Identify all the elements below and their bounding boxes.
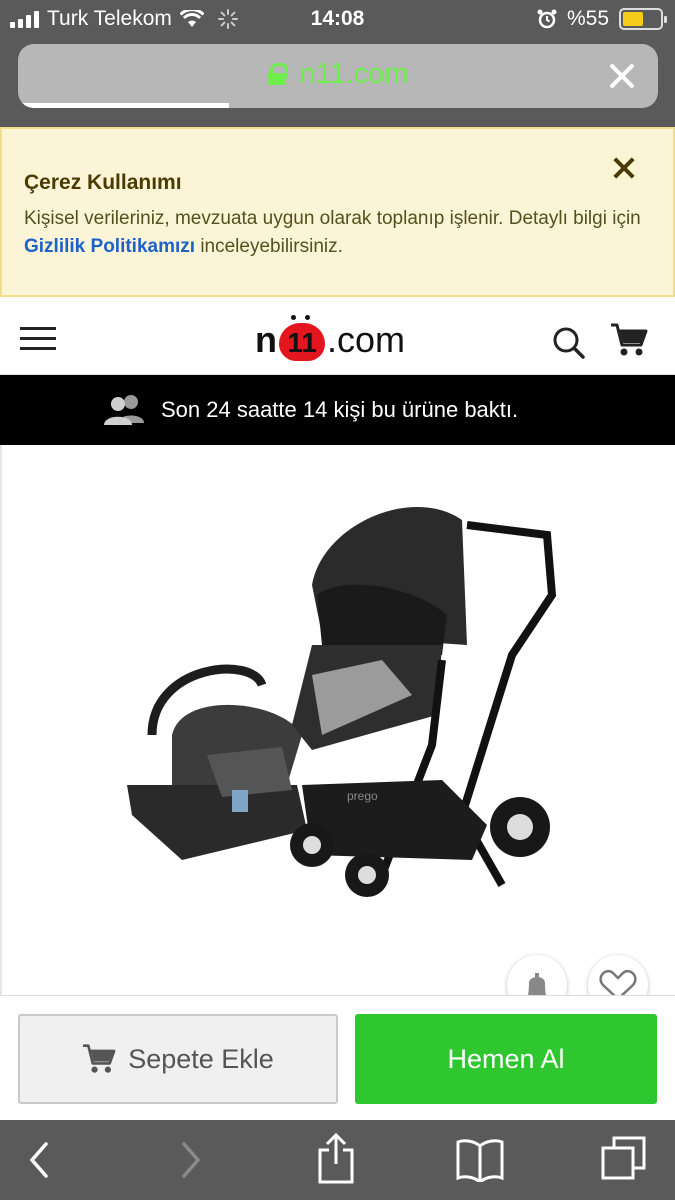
cookie-banner: Çerez Kullanımı Kişisel verileriniz, mev… [0, 127, 675, 297]
url-text: n11.com [299, 58, 409, 90]
product-brand-text: prego [347, 789, 378, 803]
alarm-icon [537, 9, 557, 29]
lock-icon [267, 63, 289, 85]
tabs-icon[interactable] [600, 1134, 648, 1182]
status-bar: Turk Telekom 14:08 %55 [0, 0, 675, 40]
search-icon[interactable] [552, 326, 586, 360]
menu-icon[interactable] [20, 327, 56, 351]
cart-icon[interactable] [610, 322, 648, 358]
browser-chrome-top: Turk Telekom 14:08 %55 n11.com [0, 0, 675, 127]
cookie-close-icon[interactable] [613, 157, 635, 179]
add-to-cart-label: Sepete Ekle [128, 1043, 274, 1074]
battery-percent: %55 [566, 7, 609, 30]
buy-now-button[interactable]: Hemen Al [355, 1014, 657, 1104]
product-image: prego [127, 506, 557, 897]
privacy-policy-link[interactable]: Gizlilik Politikamızı [24, 236, 195, 257]
people-icon [104, 395, 144, 425]
logo-com: .com [327, 319, 406, 360]
n11-logo[interactable]: n 11 .com [255, 311, 405, 361]
page-load-progress [18, 103, 230, 108]
add-to-cart-button[interactable]: Sepete Ekle [18, 1014, 338, 1104]
bookmarks-icon[interactable] [455, 1136, 505, 1182]
battery-icon [619, 8, 667, 30]
address-bar[interactable]: n11.com [18, 44, 658, 108]
cookie-text-start: Kişisel verileriniz, mevzuata uygun olar… [24, 208, 641, 229]
battery-fill [623, 12, 643, 26]
cookie-text: Kişisel verileriniz, mevzuata uygun olar… [24, 205, 654, 261]
logo-n: n [255, 319, 277, 360]
forward-icon[interactable] [176, 1138, 204, 1182]
view-notice-bar: Son 24 saatte 14 kişi bu ürüne baktı. [0, 375, 675, 445]
buy-now-label: Hemen Al [447, 1043, 565, 1074]
cookie-text-end: inceleyebilirsiniz. [195, 236, 343, 257]
logo-ladybug: 11 [279, 315, 325, 361]
stop-loading-button[interactable] [602, 56, 642, 96]
product-image-area[interactable]: prego [0, 445, 675, 1015]
cookie-title: Çerez Kullanımı [24, 171, 182, 194]
cart-icon [83, 1044, 116, 1073]
share-icon[interactable] [316, 1132, 356, 1184]
view-notice-text: Son 24 saatte 14 kişi bu ürüne baktı. [161, 397, 519, 422]
browser-toolbar [0, 1120, 675, 1200]
back-icon[interactable] [26, 1138, 54, 1182]
purchase-bar: Sepete Ekle Hemen Al [0, 995, 675, 1120]
